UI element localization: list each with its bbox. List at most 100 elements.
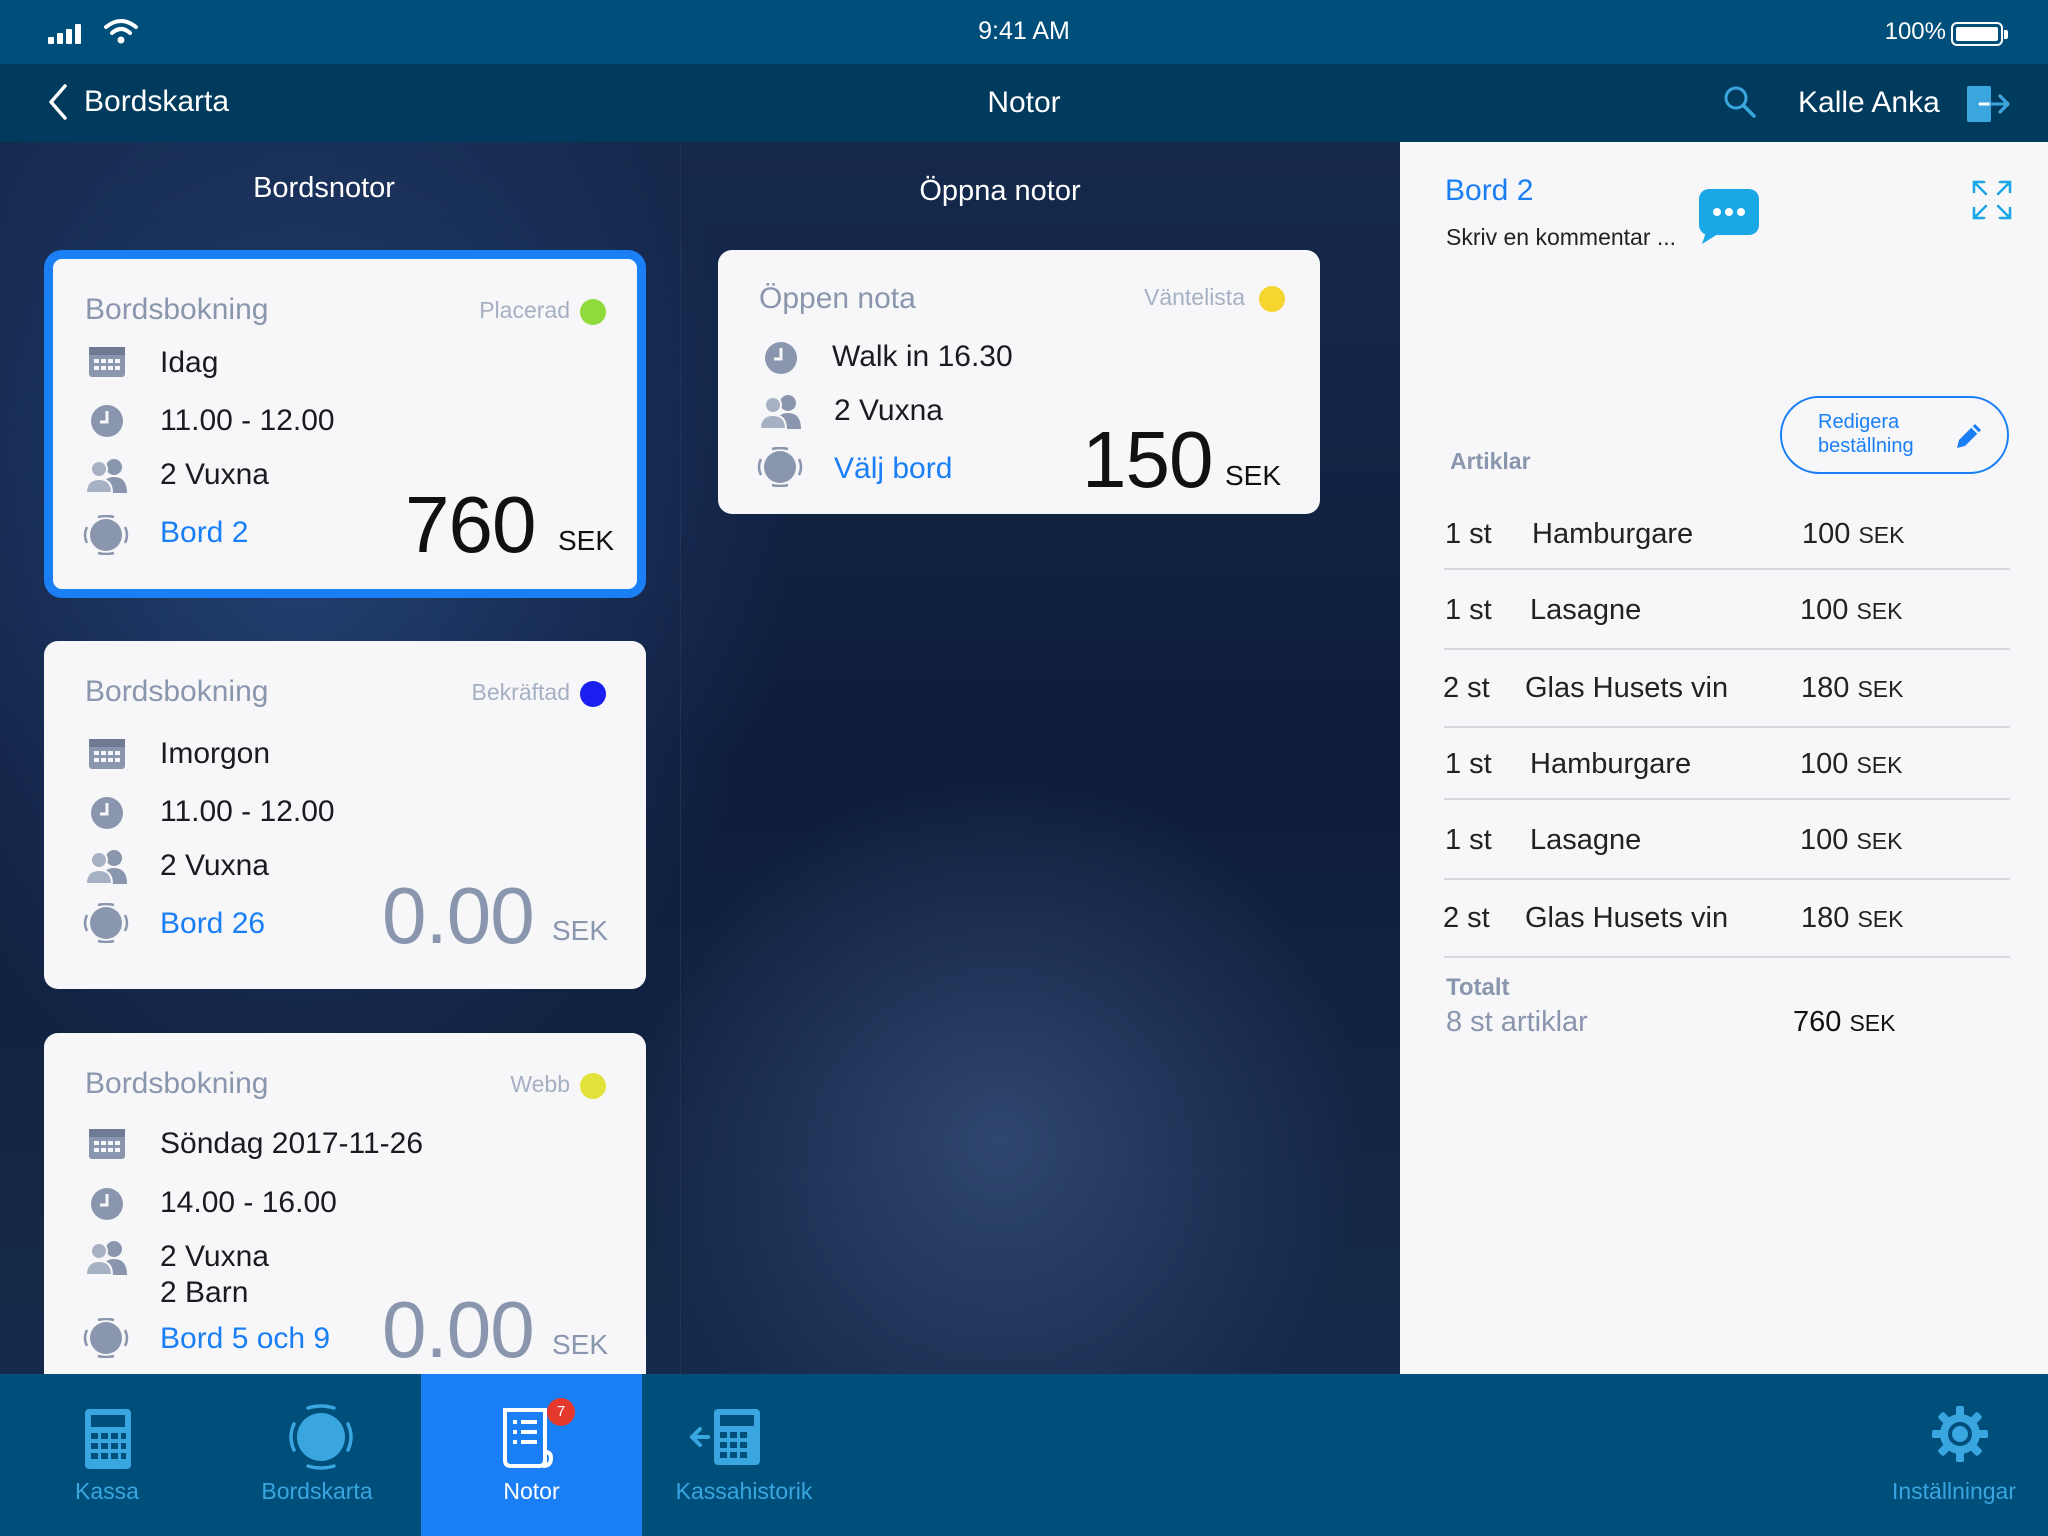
tab-kassahistorik[interactable]: Kassahistorik xyxy=(642,1374,846,1536)
status-label: Placerad xyxy=(479,297,570,323)
clock-icon xyxy=(91,797,123,829)
tab-bordskarta[interactable]: Bordskarta xyxy=(214,1374,420,1536)
calculator-icon xyxy=(85,1409,131,1469)
status-dot xyxy=(580,681,606,707)
notification-badge: 7 xyxy=(547,1398,575,1426)
total-amount: 760 SEK xyxy=(1793,1006,1896,1038)
back-button[interactable]: Bordskarta xyxy=(48,80,229,124)
booking-guests-extra: 2 Barn xyxy=(160,1276,249,1309)
comment-field[interactable]: Skriv en kommentar ... xyxy=(1446,224,1676,251)
card-kind: Bordsbokning xyxy=(85,675,269,708)
booking-date: Söndag 2017-11-26 xyxy=(160,1127,423,1160)
article-name: Hamburgare xyxy=(1532,518,1694,550)
clock-icon xyxy=(765,342,797,374)
article-price: 180 SEK xyxy=(1801,902,1904,934)
article-price: 100 SEK xyxy=(1802,518,1905,550)
booking-date: Imorgon xyxy=(160,737,271,770)
status-dot xyxy=(580,1073,606,1099)
choose-table-link[interactable]: Välj bord xyxy=(834,452,952,486)
booking-table-link[interactable]: Bord 5 och 9 xyxy=(160,1322,330,1356)
article-name: Lasagne xyxy=(1530,594,1642,626)
currency-label: SEK xyxy=(552,1329,609,1360)
status-label: Väntelista xyxy=(1143,284,1245,310)
nav-bar: Bordskarta Notor Kalle Anka xyxy=(0,64,2048,142)
status-label: Bekräftad xyxy=(471,679,570,705)
booking-table-link[interactable]: Bord 26 xyxy=(160,907,265,941)
article-qty: 1 st xyxy=(1445,594,1492,626)
divider xyxy=(1444,568,2010,570)
battery-icon xyxy=(1951,22,2008,46)
status-label: Webb xyxy=(510,1071,570,1097)
logout-icon[interactable] xyxy=(1966,86,2010,122)
tab-label: Inställningar xyxy=(1891,1478,2017,1504)
column-title-bordsnotor: Bordsnotor xyxy=(253,172,395,204)
article-price: 100 SEK xyxy=(1800,594,1903,626)
total-count: 8 st artiklar xyxy=(1446,1006,1588,1038)
table-icon xyxy=(289,1404,353,1470)
clock-icon xyxy=(91,405,123,437)
booking-amount: 0.00 xyxy=(382,1285,535,1374)
card-kind: Bordsbokning xyxy=(85,293,269,326)
article-price: 100 SEK xyxy=(1800,748,1903,780)
open-note-card[interactable]: Öppen nota Väntelista Walk in 16.30 2 Vu… xyxy=(718,250,1320,514)
tab-kassa[interactable]: Kassa xyxy=(0,1374,214,1536)
booking-card[interactable]: Bordsbokning Placerad Idag 11.00 - 12.00… xyxy=(44,250,646,598)
divider xyxy=(1444,648,2010,650)
currency-label: SEK xyxy=(552,915,609,946)
article-qty: 2 st xyxy=(1443,902,1490,934)
note-time: Walk in 16.30 xyxy=(832,340,1013,373)
expand-icon[interactable] xyxy=(1972,180,2012,220)
booking-guests: 2 Vuxna xyxy=(160,1240,269,1273)
search-icon[interactable] xyxy=(1722,84,1758,120)
battery-percentage: 100% xyxy=(1884,18,1946,45)
calendar-icon xyxy=(89,347,125,377)
gear-icon xyxy=(1932,1406,1988,1462)
edit-order-button[interactable]: Redigera beställning xyxy=(1780,396,2009,474)
tab-label: Bordskarta xyxy=(261,1478,373,1504)
booking-guests: 2 Vuxna xyxy=(160,849,269,882)
tab-label: Kassa xyxy=(75,1478,139,1504)
table-icon xyxy=(757,447,803,487)
table-icon xyxy=(83,903,129,943)
clock-icon xyxy=(91,1188,123,1220)
article-qty: 1 st xyxy=(1445,748,1492,780)
tab-notor[interactable]: 7 Notor xyxy=(421,1374,642,1536)
article-qty: 2 st xyxy=(1443,672,1490,704)
card-kind: Öppen nota xyxy=(759,282,916,315)
guests-icon xyxy=(759,395,801,429)
article-name: Glas Husets vin xyxy=(1525,672,1729,704)
tab-installningar[interactable]: Inställningar xyxy=(1860,1374,2048,1536)
article-name: Hamburgare xyxy=(1530,748,1692,780)
chat-bubble-icon[interactable] xyxy=(1698,188,1760,246)
status-dot xyxy=(1259,286,1285,312)
article-row[interactable]: 2 st Glas Husets vin 180 SEK xyxy=(1442,142,2010,958)
booking-amount: 760 xyxy=(405,480,536,569)
calendar-icon xyxy=(89,1129,125,1159)
article-price: 100 SEK xyxy=(1800,824,1903,856)
card-kind: Bordsbokning xyxy=(85,1067,269,1100)
booking-guests: 2 Vuxna xyxy=(160,458,269,491)
note-guests: 2 Vuxna xyxy=(834,394,943,427)
tab-label: Notor xyxy=(503,1478,560,1504)
guests-icon xyxy=(85,1241,127,1275)
guests-icon xyxy=(85,459,127,493)
booking-amount: 0.00 xyxy=(382,871,535,960)
table-icon xyxy=(83,515,129,555)
calendar-icon xyxy=(89,739,125,769)
booking-date: Idag xyxy=(160,346,219,379)
guests-icon xyxy=(85,850,127,884)
booking-table-link[interactable]: Bord 2 xyxy=(160,516,248,550)
article-qty: 1 st xyxy=(1445,824,1492,856)
table-icon xyxy=(83,1318,129,1358)
chevron-left-icon xyxy=(49,84,67,120)
total-label: Totalt xyxy=(1446,974,1510,1001)
column-divider xyxy=(680,142,681,1374)
user-name[interactable]: Kalle Anka xyxy=(1798,86,1940,120)
status-bar: 9:41 AM 100% xyxy=(0,0,2048,64)
divider xyxy=(1444,956,2010,958)
back-label: Bordskarta xyxy=(84,85,230,118)
divider xyxy=(1444,878,2010,880)
booking-card[interactable]: Bordsbokning Webb Söndag 2017-11-26 14.0… xyxy=(44,1033,646,1374)
divider xyxy=(1444,798,2010,800)
booking-card[interactable]: Bordsbokning Bekräftad Imorgon 11.00 - 1… xyxy=(44,641,646,989)
